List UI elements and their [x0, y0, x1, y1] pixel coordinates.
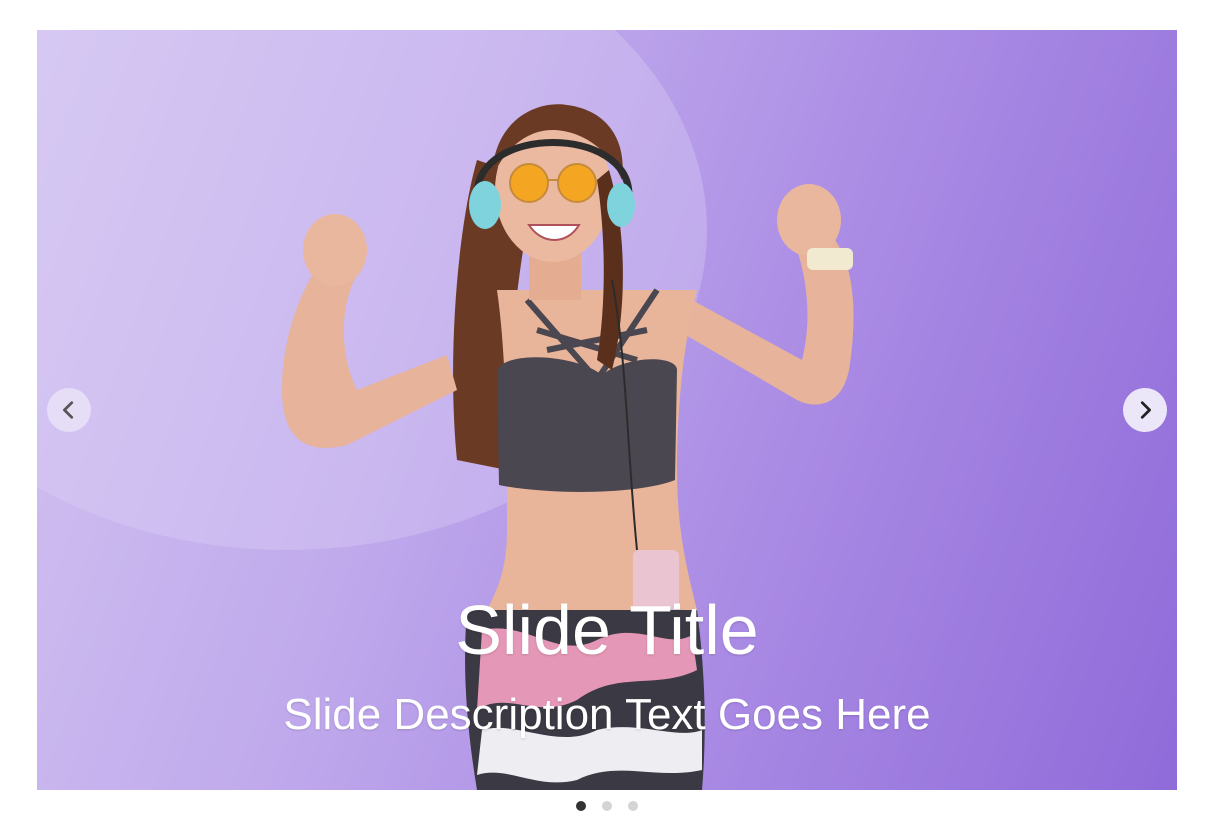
slide-photo — [37, 30, 1177, 790]
chevron-right-icon — [1140, 401, 1151, 419]
slide-title: Slide Title — [455, 591, 759, 669]
next-slide-button[interactable] — [1123, 388, 1167, 432]
chevron-left-icon — [63, 401, 74, 419]
pagination-dot-2[interactable] — [602, 801, 612, 811]
image-carousel: Slide Title Slide Description Text Goes … — [37, 30, 1177, 790]
previous-slide-button[interactable] — [47, 388, 91, 432]
slide-description: Slide Description Text Goes Here — [283, 690, 931, 739]
pagination-dot-1[interactable] — [576, 801, 586, 811]
slide-pagination — [0, 801, 1214, 811]
pagination-dot-3[interactable] — [628, 801, 638, 811]
